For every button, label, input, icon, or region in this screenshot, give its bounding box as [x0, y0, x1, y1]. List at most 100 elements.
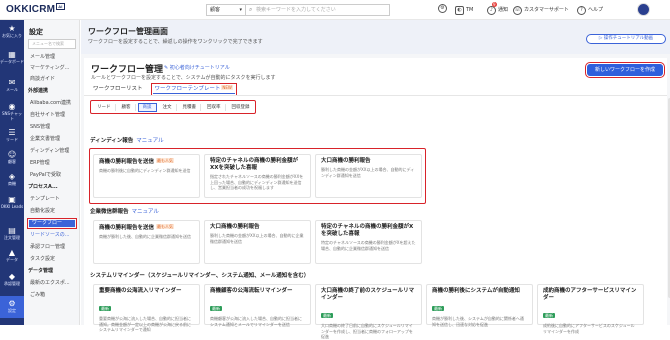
subnav-group[interactable]: データ管理 — [28, 268, 53, 275]
manual-link[interactable]: マニュアル — [132, 209, 159, 215]
nav-deals[interactable]: ◈ 商機 — [0, 172, 24, 186]
template-card[interactable]: 成約商機のアフターサービスリマインダー 最新 成約後に自動的にアフターサービスのスケ… — [537, 284, 644, 334]
approval-icon: ◆ — [8, 272, 16, 281]
template-card[interactable]: 商機顧客の公海流転リマインダー 最新 商機顧客が公海に流入した場合、自動的に担当者に… — [204, 284, 311, 327]
card-title: 大口商機の終了前のスケジュールリマインダー — [321, 288, 415, 301]
nav-mail[interactable]: ✉ メール — [0, 78, 24, 92]
subnav-item[interactable]: Alibaba.com連携 — [30, 100, 71, 107]
nav-leads[interactable]: ☰ リード — [0, 128, 24, 142]
popular-badge: 最も人気 — [156, 158, 175, 163]
search-scope-value: 顧客 — [210, 7, 221, 13]
category-deals[interactable]: 商談 — [137, 102, 157, 112]
template-card[interactable]: 大口商機の終了前のスケジュールリマインダー 最新 大口商機の終了日前に自動的にスケジ… — [315, 284, 422, 339]
subnav-item[interactable]: メール管理 — [30, 54, 55, 61]
template-card[interactable]: 特定のチャネルの商機の勝利金額がXを突破した喜報 特定のチャネルソースの商機の勝利… — [315, 220, 422, 264]
subnav-item[interactable]: 企業文書管理 — [30, 136, 60, 143]
manual-link[interactable]: マニュアル — [136, 138, 163, 144]
category-leads[interactable]: リード — [93, 103, 116, 111]
settings-icon-button[interactable]: ⚙ — [438, 4, 447, 13]
subnav-item[interactable]: 商談ガイド — [30, 76, 55, 83]
nav-settings[interactable]: ⚙ 設定 — [0, 296, 24, 318]
beginner-tutorial-label: 初心者向けチュートリアル — [169, 65, 230, 71]
template-card[interactable]: 大口商機の勝利報告 勝利した商機の金額がXX以上の場合、自動的にディンディン群通知… — [315, 154, 422, 198]
nav-label: リード — [6, 137, 18, 142]
divider — [84, 95, 667, 96]
page-header: ワークフロー管理画面 ワークフローを設定することで、繰返しの操作をワンクリックで… — [81, 20, 670, 54]
subnav-item[interactable]: SNS管理 — [30, 124, 50, 131]
nav-orders[interactable]: ▤ 注文管理 — [0, 226, 24, 240]
subnav-item-workflow[interactable]: ワークフロー — [27, 218, 77, 229]
logo[interactable]: OKKICRM AI — [6, 3, 65, 15]
card-description: 勝利した商機の金額がXX以上の場合、自動的に企業微信群通知を送信 — [210, 233, 304, 244]
template-card[interactable]: 大口商機の勝利報告 勝利した商機の金額がXX以上の場合、自動的に企業微信群通知を送… — [204, 220, 311, 264]
section-title: システムリマインダー（スケジュールリマインダー、システム通知、メール通知を含む） — [90, 273, 310, 279]
support-button[interactable]: ☏ カスタマーサポート — [513, 4, 569, 16]
beginner-tutorial-link[interactable]: ✎ 初心者向けチュートリアル — [164, 64, 230, 71]
deal-icon: ◈ — [8, 172, 16, 181]
category-collection-entry[interactable]: 回収登録 — [228, 104, 254, 111]
gear-icon: ⚙ — [438, 4, 447, 13]
card-description: 大口商機の終了日前に自動的にスケジュールリマインダーを作成し、担当者に商機のフォ… — [321, 323, 413, 339]
subnav-item[interactable]: 自社サイト管理 — [30, 112, 65, 119]
nav-sns-chat[interactable]: ◉ SNSチャット — [0, 102, 24, 121]
global-search-input[interactable]: ⌕ 検索キーワードを入力してください — [246, 4, 390, 16]
subnav-item[interactable]: 自動化設定 — [30, 208, 55, 215]
nav-okki-leads[interactable]: ▣ OKKI Leads — [0, 195, 24, 209]
help-label: ヘルプ — [588, 7, 604, 13]
nav-dashboard[interactable]: ▦ データボード — [0, 50, 24, 64]
subnav-item[interactable]: ごみ箱 — [30, 292, 45, 299]
subnav-item[interactable]: タスク設定 — [30, 256, 55, 263]
section-title: ディンディン報告 — [90, 138, 134, 144]
subnav-item[interactable]: PayPalで受取 — [30, 172, 61, 179]
tutorial-video-label: 操作チュートリアル動画 — [603, 36, 654, 41]
template-card[interactable]: 商機の勝利後にシステムが自動通知 最新 商機が勝利した後、システムが自動的に関係者へ… — [426, 284, 533, 327]
tab-workflow-templates[interactable]: ワークフローテンプレート NEW — [150, 83, 237, 96]
subnav-item[interactable]: 最新のエクスポ... — [30, 280, 70, 287]
tutorial-video-button[interactable]: ▷ 操作チュートリアル動画 — [586, 34, 666, 44]
subnav-item[interactable]: 承認フロー管理 — [30, 244, 65, 251]
card-title: 商機顧客の公海流転リマインダー — [210, 288, 293, 294]
category-filter: リード 顧客 商談 注文 見積書 回収率 回収登録 — [90, 100, 256, 114]
subnav-search-input[interactable]: メニュー名で検索 — [28, 39, 76, 49]
subnav-item[interactable]: ディンディン管理 — [30, 148, 69, 155]
template-card[interactable]: 商機の勝利報告を送信 最も人気 商機が勝利した後、自動的に企業微信群通知を送信 — [93, 220, 200, 264]
latest-badge: 最新 — [543, 313, 555, 318]
nav-favorites[interactable]: ★ お気に入り — [0, 24, 24, 38]
search-scope-select[interactable]: 顧客 ▾ — [206, 4, 246, 16]
list-icon: ☰ — [8, 128, 16, 137]
nav-approval[interactable]: ◆ 承認管理 — [0, 272, 24, 286]
new-badge: NEW — [221, 85, 233, 90]
card-description: 商機の勝利後に自動的にディンディン群通知を送信 — [99, 168, 191, 173]
nav-label: お気に入り — [2, 33, 22, 38]
subnav-group[interactable]: プロセスA... — [28, 184, 58, 191]
subnav-item[interactable]: ERP管理 — [30, 160, 50, 167]
subnav-group[interactable]: 外部連携 — [28, 88, 48, 95]
tab-workflow-list[interactable]: ワークフローリスト — [91, 85, 145, 94]
leads-icon: ▣ — [8, 195, 16, 204]
card-title: 特定のチャネルの商機の勝利金額がXを突破した喜報 — [321, 224, 414, 237]
category-quotes[interactable]: 見積書 — [179, 103, 201, 111]
subnav-item[interactable]: リードソースの... — [30, 232, 70, 239]
user-switch[interactable]: ◐ TM — [455, 4, 473, 16]
template-card[interactable]: 特定のチャネルの商機の勝利金額がXXを突破した喜報 指定されたチャネルソースの商機… — [204, 154, 311, 198]
category-collection-rate[interactable]: 回収率 — [203, 103, 226, 111]
section-title: 企業微信群報告 — [90, 209, 129, 215]
card-description: 勝利した商機の金額がXX以上の場合、自動的にディンディン群通知を送信 — [321, 167, 415, 178]
help-button[interactable]: ? ヘルプ — [577, 4, 603, 16]
new-workflow-button[interactable]: 新しいワークフローを作成 — [585, 62, 665, 78]
avatar[interactable] — [637, 3, 650, 16]
user-icon: ◐ — [455, 5, 464, 15]
category-orders[interactable]: 注文 — [159, 103, 177, 111]
template-card[interactable]: 商機の勝利報告を送信 最も人気 商機の勝利後に自動的にディンディン群通知を送信 — [93, 154, 200, 198]
settings-subnav: 設定 メニュー名で検索 メール管理 マーケティング... 商談ガイド 外部連携 … — [24, 20, 80, 325]
notice-button[interactable]: ♪ 9 通知 — [487, 2, 508, 16]
chat-icon: ◉ — [8, 102, 16, 111]
latest-badge: 最新 — [432, 306, 444, 311]
nav-data[interactable]: ▲ データ — [0, 248, 24, 262]
subnav-item[interactable]: マーケティング... — [30, 65, 69, 72]
card-title: 商機の勝利後にシステムが自動通知 — [432, 288, 520, 294]
nav-customers[interactable]: ☺ 顧客 — [0, 150, 24, 164]
template-card[interactable]: 重要商機の公海流入リマインダー 最新 重要商機が公海に流入した場合、自動的に担当者に… — [93, 284, 200, 332]
subnav-item[interactable]: テンプレート — [30, 196, 60, 203]
category-customers[interactable]: 顧客 — [118, 103, 136, 111]
